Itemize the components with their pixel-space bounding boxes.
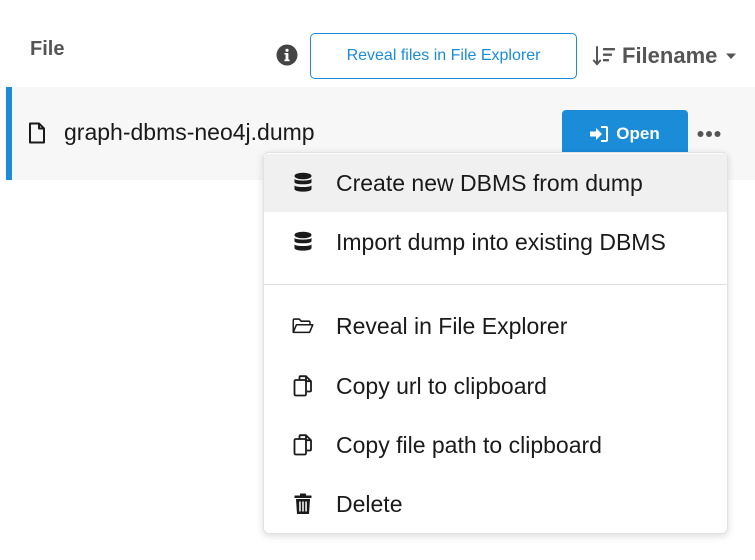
menu-item-label: Delete bbox=[336, 490, 403, 517]
sign-in-icon bbox=[590, 126, 609, 142]
folder-open-icon bbox=[292, 315, 314, 337]
menu-item-delete[interactable]: Delete bbox=[264, 475, 727, 533]
info-icon[interactable] bbox=[276, 44, 298, 66]
ellipsis-icon bbox=[697, 131, 721, 137]
more-options-button[interactable] bbox=[694, 120, 724, 148]
column-header-file: File bbox=[30, 38, 65, 60]
database-icon bbox=[292, 172, 314, 194]
caret-down-icon bbox=[726, 53, 737, 59]
menu-item-label: Import dump into existing DBMS bbox=[336, 228, 666, 255]
sort-descending-icon bbox=[592, 46, 615, 66]
menu-item-label: Copy file path to clipboard bbox=[336, 431, 602, 458]
sort-dropdown[interactable]: Filename bbox=[592, 40, 737, 72]
menu-item-copy-url[interactable]: Copy url to clipboard bbox=[264, 357, 727, 415]
menu-item-copy-path[interactable]: Copy file path to clipboard bbox=[264, 416, 727, 474]
menu-item-create-dbms[interactable]: Create new DBMS from dump bbox=[264, 154, 727, 212]
sort-label: Filename bbox=[622, 43, 718, 68]
file-name: graph-dbms-neo4j.dump bbox=[64, 119, 315, 145]
menu-divider bbox=[264, 284, 727, 285]
copy-icon bbox=[292, 434, 314, 456]
open-button[interactable]: Open bbox=[562, 110, 688, 158]
menu-item-label: Create new DBMS from dump bbox=[336, 169, 643, 196]
context-menu: Create new DBMS from dump Import dump in… bbox=[263, 152, 728, 534]
file-icon bbox=[29, 122, 45, 144]
menu-item-label: Reveal in File Explorer bbox=[336, 312, 568, 339]
menu-item-import-dump[interactable]: Import dump into existing DBMS bbox=[264, 213, 727, 271]
menu-item-reveal-explorer[interactable]: Reveal in File Explorer bbox=[264, 297, 727, 355]
copy-icon bbox=[292, 375, 314, 397]
reveal-files-button[interactable]: Reveal files in File Explorer bbox=[310, 33, 577, 79]
database-icon bbox=[292, 231, 314, 253]
menu-item-label: Copy url to clipboard bbox=[336, 372, 547, 399]
open-button-label: Open bbox=[616, 124, 660, 143]
trash-icon bbox=[292, 493, 314, 515]
